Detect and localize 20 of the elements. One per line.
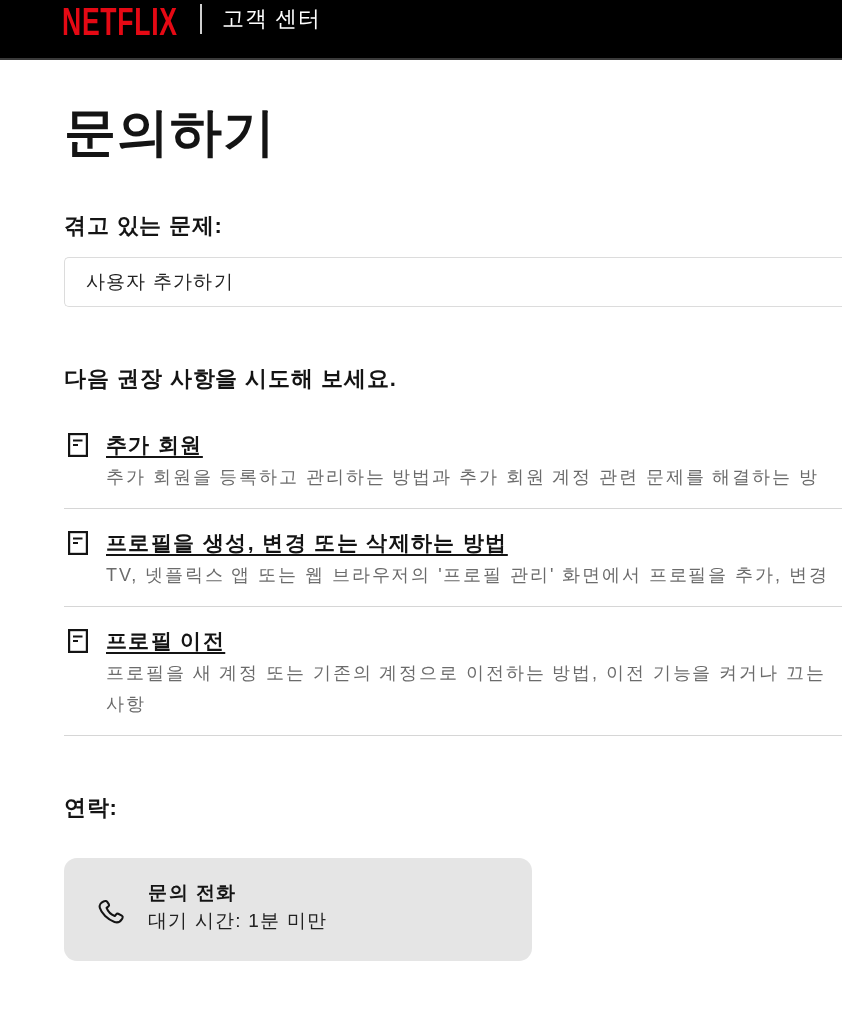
logo[interactable]: NETFLIX xyxy=(62,2,178,41)
issue-label: 겪고 있는 문제: xyxy=(64,212,223,240)
article-link[interactable]: 프로필을 생성, 변경 또는 삭제하는 방법 xyxy=(106,525,508,560)
article-description: 추가 회원을 등록하고 관리하는 방법과 추가 회원 계정 관련 문제를 해결하는 방 xyxy=(106,466,819,489)
document-icon xyxy=(68,629,88,653)
article-description: TV, 넷플릭스 앱 또는 웹 브라우저의 '프로필 관리' 화면에서 프로필을 추가, 변경 xyxy=(106,564,829,587)
page-title: 문의하기 xyxy=(64,102,276,163)
article-link[interactable]: 프로필 이전 xyxy=(106,623,226,658)
contact-option-title: 문의 전화 xyxy=(148,880,237,905)
article-description: 프로필을 새 계정 또는 기존의 계정으로 이전하는 방법, 이전 기능을 켜거나 끄는 사항 xyxy=(106,662,826,716)
article-link[interactable]: 추가 회원 xyxy=(106,427,203,462)
recommendations-heading: 다음 권장 사항을 시도해 보세요. xyxy=(64,365,397,393)
contact-option-card[interactable]: 문의 전화 대기 시간: 1분 미만 xyxy=(64,858,532,961)
phone-icon xyxy=(97,898,125,925)
document-icon xyxy=(68,531,88,555)
issue-field[interactable]: 사용자 추가하기 xyxy=(64,257,842,307)
wait-time-text: 대기 시간: 1분 미만 xyxy=(148,908,328,933)
document-icon xyxy=(68,433,88,457)
contact-heading: 연락: xyxy=(64,794,118,822)
help-center-link[interactable]: 고객 센터 xyxy=(221,5,321,33)
